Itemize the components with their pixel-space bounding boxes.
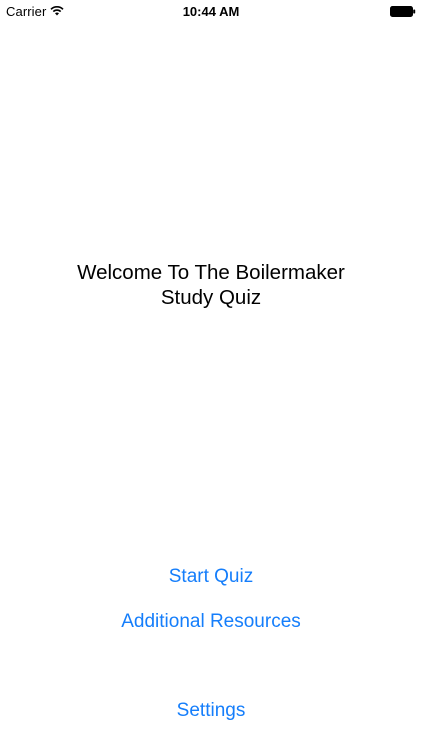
settings-button[interactable]: Settings — [0, 700, 422, 722]
welcome-title: Welcome To The Boilermaker Study Quiz — [0, 260, 422, 310]
welcome-title-line-2: Study Quiz — [160, 286, 262, 309]
additional-resources-button[interactable]: Additional Resources — [0, 611, 422, 633]
battery-full-icon — [390, 6, 416, 17]
status-bar: Carrier 10:44 AM — [0, 0, 422, 24]
welcome-title-line-1: Welcome To The Boilermaker — [77, 261, 345, 284]
start-quiz-button[interactable]: Start Quiz — [0, 566, 422, 588]
status-time: 10:44 AM — [182, 4, 240, 19]
